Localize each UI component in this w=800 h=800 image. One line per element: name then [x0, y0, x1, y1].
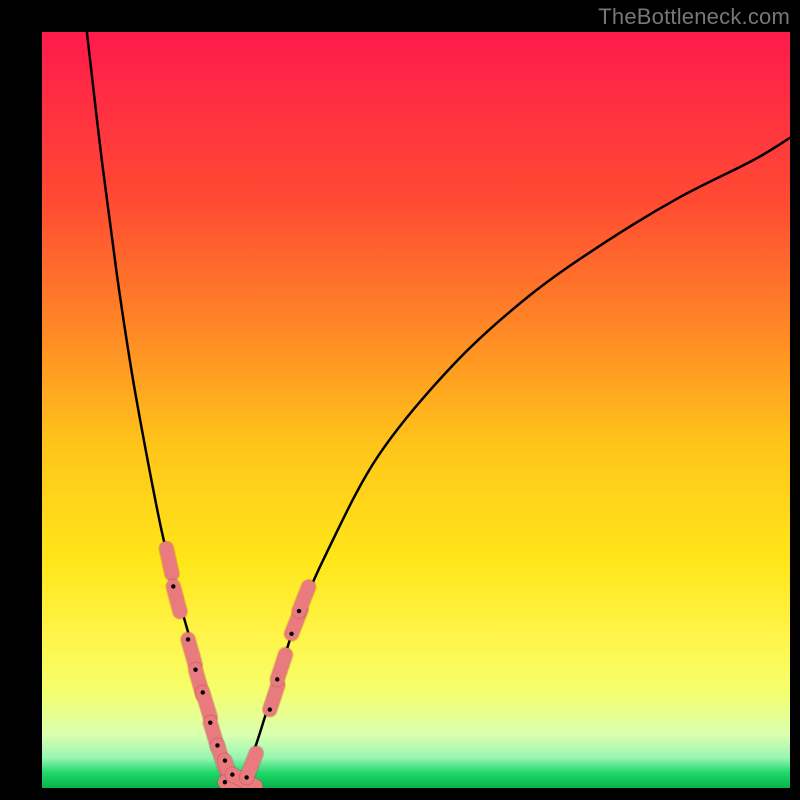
marker-capsule — [203, 692, 211, 717]
marker-capsule — [247, 753, 257, 777]
marker-joint-dot — [215, 743, 219, 747]
marker-joint-dot — [171, 584, 175, 588]
marker-joint-dot — [201, 690, 205, 694]
marker-joint-dot — [223, 780, 227, 784]
marker-joint-dot — [230, 772, 234, 776]
marker-joint-dot — [244, 775, 248, 779]
marker-capsule — [173, 586, 180, 611]
marker-capsule — [270, 685, 278, 710]
marker-joint-dot — [268, 707, 272, 711]
marker-joint-dot — [186, 637, 190, 641]
marker-capsule — [188, 639, 195, 664]
marker-joint-dot — [208, 720, 212, 724]
marker-capsule — [166, 549, 172, 574]
plot-area — [42, 32, 790, 788]
marker-joint-dot — [223, 758, 227, 762]
chart-svg — [42, 32, 790, 788]
marker-capsule — [299, 587, 309, 611]
marker-joint-dot — [289, 632, 293, 636]
marker-capsule — [277, 655, 285, 680]
marker-joint-dot — [193, 667, 197, 671]
watermark-text: TheBottleneck.com — [598, 4, 790, 30]
marker-joint-dot — [297, 609, 301, 613]
chart-frame: TheBottleneck.com — [0, 0, 800, 800]
marker-joint-dot — [275, 677, 279, 681]
marker-group — [166, 549, 308, 788]
